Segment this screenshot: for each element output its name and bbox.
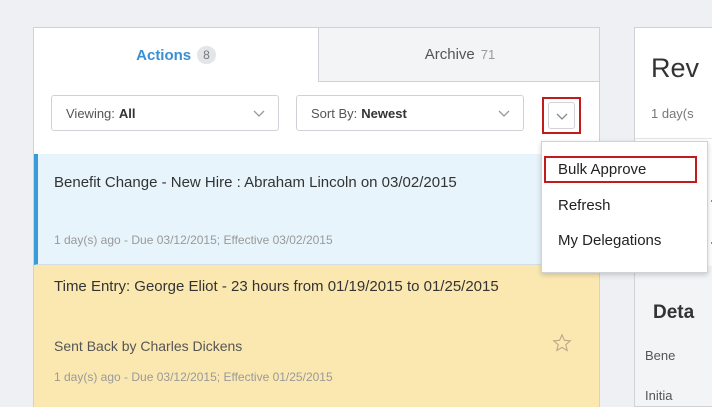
tab-archive[interactable]: Archive 71 [318,28,599,82]
sort-select[interactable]: Sort By: Newest [296,95,524,131]
detail-line: Bene [645,348,676,363]
task-title: Time Entry: George Eliot - 23 hours from… [54,278,499,295]
task-item-benefit-change[interactable]: Benefit Change - New Hire : Abraham Linc… [34,154,599,265]
actions-menu-button[interactable] [542,97,581,134]
actions-menu-toggle[interactable] [548,102,575,129]
star-icon[interactable] [552,333,572,353]
tab-archive-label: Archive [424,46,475,63]
tab-actions[interactable]: Actions 8 [34,28,318,82]
chevron-down-icon [556,113,567,120]
task-title: Benefit Change - New Hire : Abraham Linc… [54,174,457,191]
detail-line: Initia [645,388,673,403]
detail-subtitle: 1 day(s [651,106,694,121]
menu-item-bulk-approve[interactable]: Bulk Approve [544,156,697,183]
viewing-select[interactable]: Viewing: All [51,95,279,131]
filter-row: Viewing: All Sort By: Newest [34,82,599,154]
sort-label: Sort By: [311,105,358,121]
menu-item-my-delegations[interactable]: My Delegations [558,232,661,249]
task-meta: 1 day(s) ago - Due 03/12/2015; Effective… [54,233,333,247]
chevron-down-icon [253,110,265,117]
sort-value: Newest [361,105,407,121]
actions-count-badge: 8 [197,46,216,64]
task-status: Sent Back by Charles Dickens [54,338,243,354]
viewing-value: All [118,105,136,121]
actions-dropdown-menu: Bulk Approve Refresh My Delegations [541,141,708,273]
tab-actions-label: Actions [136,46,192,64]
task-meta: 1 day(s) ago - Due 03/12/2015; Effective… [54,370,333,384]
details-section [635,266,712,406]
chevron-down-icon [498,110,510,117]
archive-count: 71 [480,47,496,62]
actions-panel: Actions 8 Archive 71 Viewing: All Sort B… [33,27,600,407]
viewing-label: Viewing: [66,105,115,121]
task-item-time-entry[interactable]: Time Entry: George Eliot - 23 hours from… [34,265,599,407]
details-heading: Deta [653,302,695,323]
detail-title: Rev [651,53,700,83]
menu-item-refresh[interactable]: Refresh [558,197,611,214]
divider [635,138,712,139]
